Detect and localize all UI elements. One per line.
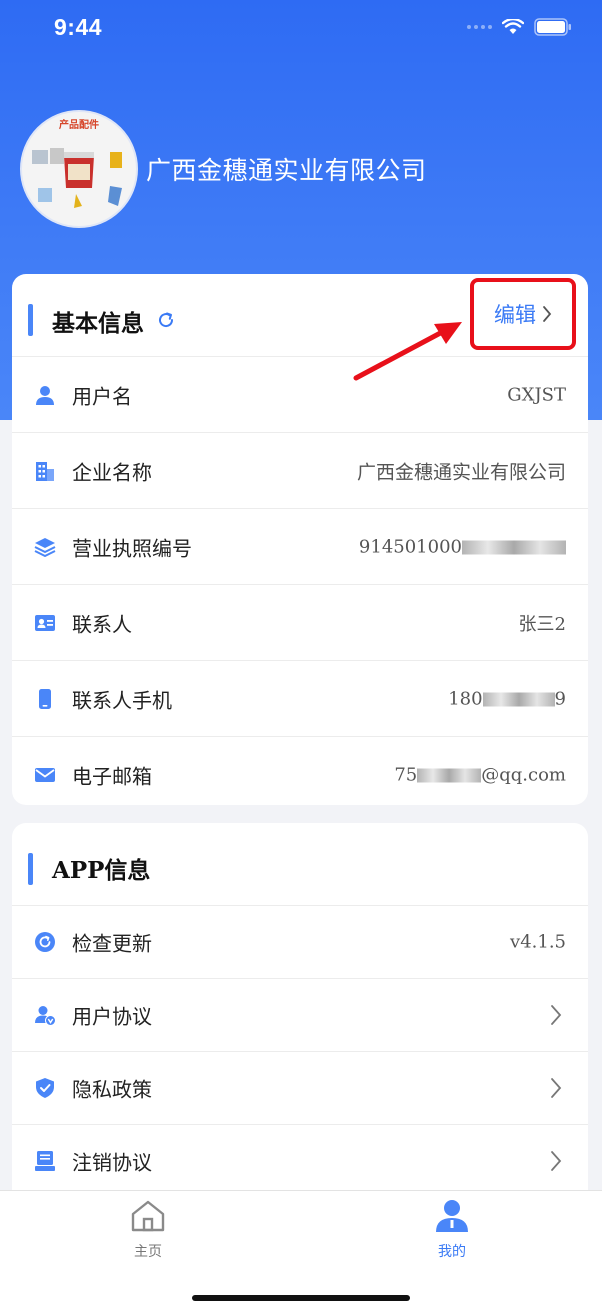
row-contact-phone: 联系人手机 180 9	[12, 661, 588, 737]
section-marker	[28, 853, 33, 885]
user-icon	[36, 385, 54, 405]
row-cancellation-agreement[interactable]: 注销协议	[12, 1125, 588, 1193]
building-icon	[36, 461, 54, 481]
basic-info-card: 基本信息 编辑 用户名 GXJST 企业名称 广西金穗通实业有限公司 营业执照编…	[12, 274, 588, 805]
layers-icon	[34, 537, 56, 557]
redacted-blur	[482, 692, 555, 706]
row-check-update[interactable]: 检查更新 v4.1.5	[12, 906, 588, 979]
row-label: 隐私政策	[72, 1077, 152, 1102]
email-visible-suffix: @qq.com	[481, 764, 566, 785]
row-label: 用户协议	[72, 1004, 152, 1029]
row-username: 用户名 GXJST	[12, 357, 588, 433]
signal-icon	[467, 25, 492, 29]
avatar[interactable]: 产品配件	[20, 110, 138, 228]
license-number-visible: 914501000	[358, 536, 462, 557]
status-bar: 9:44	[0, 0, 602, 56]
row-label: 联系人	[72, 612, 132, 636]
basic-info-header: 基本信息 编辑	[12, 274, 588, 357]
contact-card-icon	[35, 614, 55, 631]
row-value: 180 9	[448, 688, 566, 709]
row-contact: 联系人 张三2	[12, 585, 588, 661]
row-label: 电子邮箱	[72, 764, 152, 788]
row-label: 企业名称	[72, 460, 152, 484]
row-label: 检查更新	[72, 931, 152, 956]
app-info-header: APP信息	[12, 823, 588, 906]
user-agreement-icon	[35, 1006, 56, 1026]
refresh-circle-icon	[35, 932, 55, 952]
tab-home[interactable]: 主页	[98, 1199, 198, 1261]
chevron-right-icon	[551, 1078, 562, 1098]
phone-icon	[39, 688, 51, 709]
wifi-icon	[502, 19, 524, 34]
section-marker	[28, 304, 33, 336]
row-label: 营业执照编号	[72, 536, 192, 560]
chevron-right-icon	[551, 1005, 562, 1025]
edit-button[interactable]: 编辑	[470, 278, 576, 350]
row-label: 注销协议	[72, 1150, 152, 1175]
mail-icon	[35, 767, 55, 782]
redacted-blur	[462, 540, 566, 554]
status-icons	[467, 18, 572, 36]
app-info-card: APP信息 检查更新 v4.1.5 用户协议 隐私政策 注销协议	[12, 823, 588, 1193]
phone-visible-suffix: 9	[554, 688, 566, 709]
row-company: 企业名称 广西金穗通实业有限公司	[12, 433, 588, 509]
phone-visible-prefix: 180	[448, 688, 483, 709]
row-license: 营业执照编号 914501000	[12, 509, 588, 585]
annotation-arrow-icon	[353, 322, 462, 381]
row-privacy-policy[interactable]: 隐私政策	[12, 1052, 588, 1125]
product-image	[32, 148, 122, 208]
row-value: 914501000	[359, 536, 566, 557]
app-info-title: APP信息	[52, 857, 151, 884]
battery-icon	[534, 18, 571, 36]
row-user-agreement[interactable]: 用户协议	[12, 979, 588, 1052]
email-visible-prefix: 75	[394, 764, 418, 785]
shield-icon	[36, 1078, 54, 1098]
chevron-right-icon	[543, 306, 552, 322]
row-label: 联系人手机	[72, 688, 172, 712]
version-value: v4.1.5	[510, 931, 566, 953]
row-value: 张三2	[518, 613, 566, 635]
redacted-blur	[417, 768, 482, 782]
tab-mine-label: 我的	[438, 1244, 466, 1260]
home-indicator	[192, 1295, 410, 1301]
tab-mine[interactable]: 我的	[402, 1199, 502, 1261]
refresh-icon[interactable]	[156, 310, 176, 330]
tab-home-label: 主页	[134, 1244, 162, 1260]
edit-label: 编辑	[494, 303, 536, 327]
document-icon	[35, 1151, 55, 1171]
company-name: 广西金穗通实业有限公司	[146, 156, 427, 185]
chevron-right-icon	[551, 1151, 562, 1171]
basic-info-title: 基本信息	[52, 311, 144, 337]
row-label: 用户名	[72, 384, 132, 408]
row-email: 电子邮箱 75 @qq.com	[12, 737, 588, 805]
home-icon	[131, 1200, 165, 1232]
status-time: 9:44	[54, 14, 103, 40]
row-value: 广西金穗通实业有限公司	[356, 461, 566, 483]
row-value: GXJST	[507, 384, 566, 405]
profile-icon	[436, 1200, 468, 1232]
profile-header: 产品配件 广西金穗通实业有限公司	[20, 110, 427, 228]
row-value: 75 @qq.com	[394, 764, 566, 785]
